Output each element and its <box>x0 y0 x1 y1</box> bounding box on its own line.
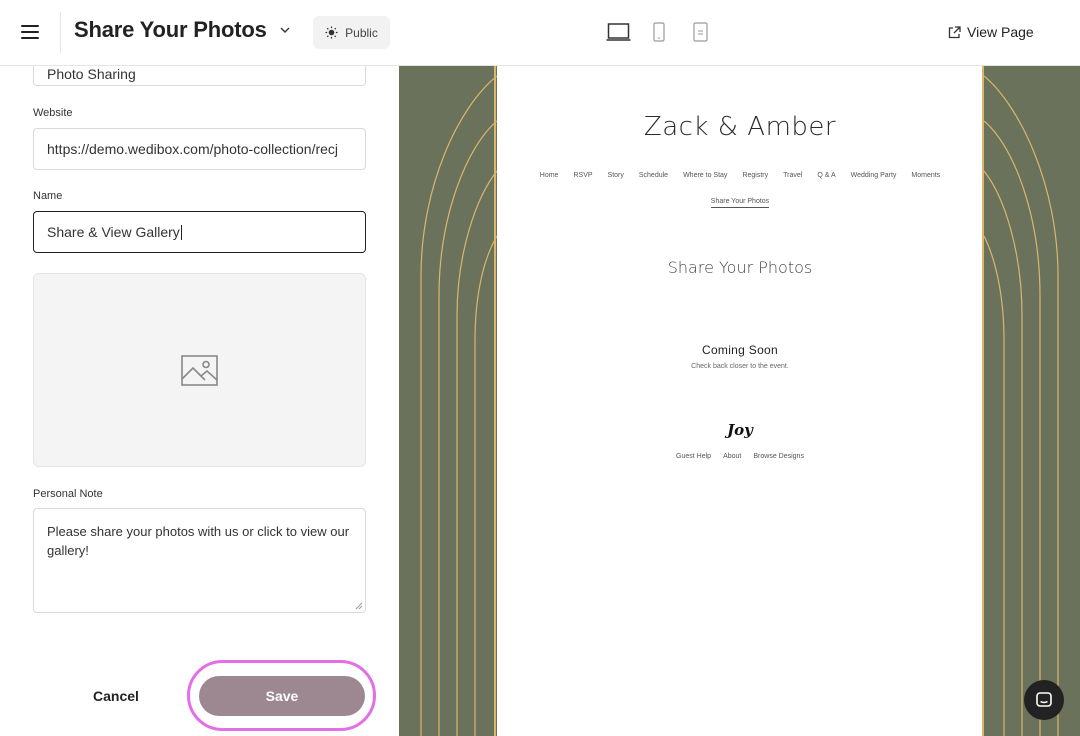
coming-soon-title: Coming Soon <box>701 343 778 357</box>
website-field[interactable]: https://demo.wedibox.com/photo-collectio… <box>33 128 366 170</box>
cancel-button[interactable]: Cancel <box>76 678 156 714</box>
site-nav-item[interactable]: Q & A <box>817 172 835 179</box>
edit-panel: Photo Sharing Website https://demo.wedib… <box>0 66 399 736</box>
external-link-icon <box>948 25 961 38</box>
image-placeholder-icon <box>181 354 218 386</box>
footer-link[interactable]: Guest Help <box>676 453 711 460</box>
view-page-label: View Page <box>967 24 1034 40</box>
personal-note-value: Please share your photos with us or clic… <box>47 524 350 558</box>
name-field[interactable]: Share & View Gallery <box>33 211 366 253</box>
title-field-value: Photo Sharing <box>47 66 136 82</box>
site-nav-active-row: Share Your Photos <box>497 198 983 208</box>
site-nav-item[interactable]: Schedule <box>639 172 668 179</box>
image-upload-area[interactable] <box>33 273 366 467</box>
website-field-value: https://demo.wedibox.com/photo-collectio… <box>47 141 339 157</box>
site-nav-item-active[interactable]: Share Your Photos <box>710 198 770 208</box>
visibility-button[interactable]: Public <box>313 16 390 49</box>
site-nav: Home RSVP Story Schedule Where to Stay R… <box>497 172 983 179</box>
site-nav-item[interactable]: Travel <box>783 172 802 179</box>
sun-icon <box>325 26 338 39</box>
site-nav-item[interactable]: Registry <box>742 172 768 179</box>
couple-name: Zack & Amber <box>643 112 837 142</box>
view-page-link[interactable]: View Page <box>948 24 1034 40</box>
personal-note-textarea[interactable]: Please share your photos with us or clic… <box>33 508 366 613</box>
footer-link[interactable]: Browse Designs <box>753 453 804 460</box>
site-nav-item[interactable]: RSVP <box>573 172 592 179</box>
site-nav-item[interactable]: Where to Stay <box>683 172 727 179</box>
tablet-icon[interactable] <box>693 22 708 42</box>
gold-border-left <box>494 66 496 736</box>
arch-decoration-left <box>420 75 497 736</box>
save-button[interactable]: Save <box>199 676 365 716</box>
site-page-heading: Share Your Photos <box>667 258 813 277</box>
name-label: Name <box>33 190 63 202</box>
site-nav-item[interactable]: Moments <box>911 172 940 179</box>
website-label: Website <box>33 107 73 119</box>
coming-soon-subtitle: Check back closer to the event. <box>691 363 789 370</box>
site-preview: Zack & Amber Home RSVP Story Schedule Wh… <box>399 66 1080 736</box>
name-field-value: Share & View Gallery <box>47 224 180 240</box>
page-selector[interactable]: Share Your Photos <box>74 17 291 43</box>
site-footer: Guest Help About Browse Designs <box>497 453 983 460</box>
page-title: Share Your Photos <box>74 17 267 42</box>
header-divider <box>60 12 61 54</box>
phone-icon[interactable] <box>653 22 665 42</box>
site-nav-item[interactable]: Wedding Party <box>851 172 897 179</box>
chat-button[interactable] <box>1024 680 1064 720</box>
resize-grip-icon[interactable] <box>355 602 363 610</box>
hamburger-icon[interactable] <box>21 25 39 39</box>
text-caret <box>180 224 182 240</box>
joy-logo: Joy <box>727 421 753 439</box>
site-nav-item[interactable]: Home <box>540 172 559 179</box>
visibility-label: Public <box>345 25 378 40</box>
chevron-down-icon <box>280 27 290 33</box>
personal-note-label: Personal Note <box>33 488 103 500</box>
laptop-icon[interactable] <box>606 22 631 42</box>
footer-link[interactable]: About <box>723 453 741 460</box>
arch-decoration-right <box>984 75 1059 736</box>
wedding-site-page: Zack & Amber Home RSVP Story Schedule Wh… <box>497 66 983 736</box>
title-field[interactable]: Photo Sharing <box>33 66 366 86</box>
chat-icon <box>1036 692 1052 707</box>
top-bar: Share Your Photos Public View Page <box>0 0 1080 66</box>
site-nav-item[interactable]: Story <box>608 172 624 179</box>
